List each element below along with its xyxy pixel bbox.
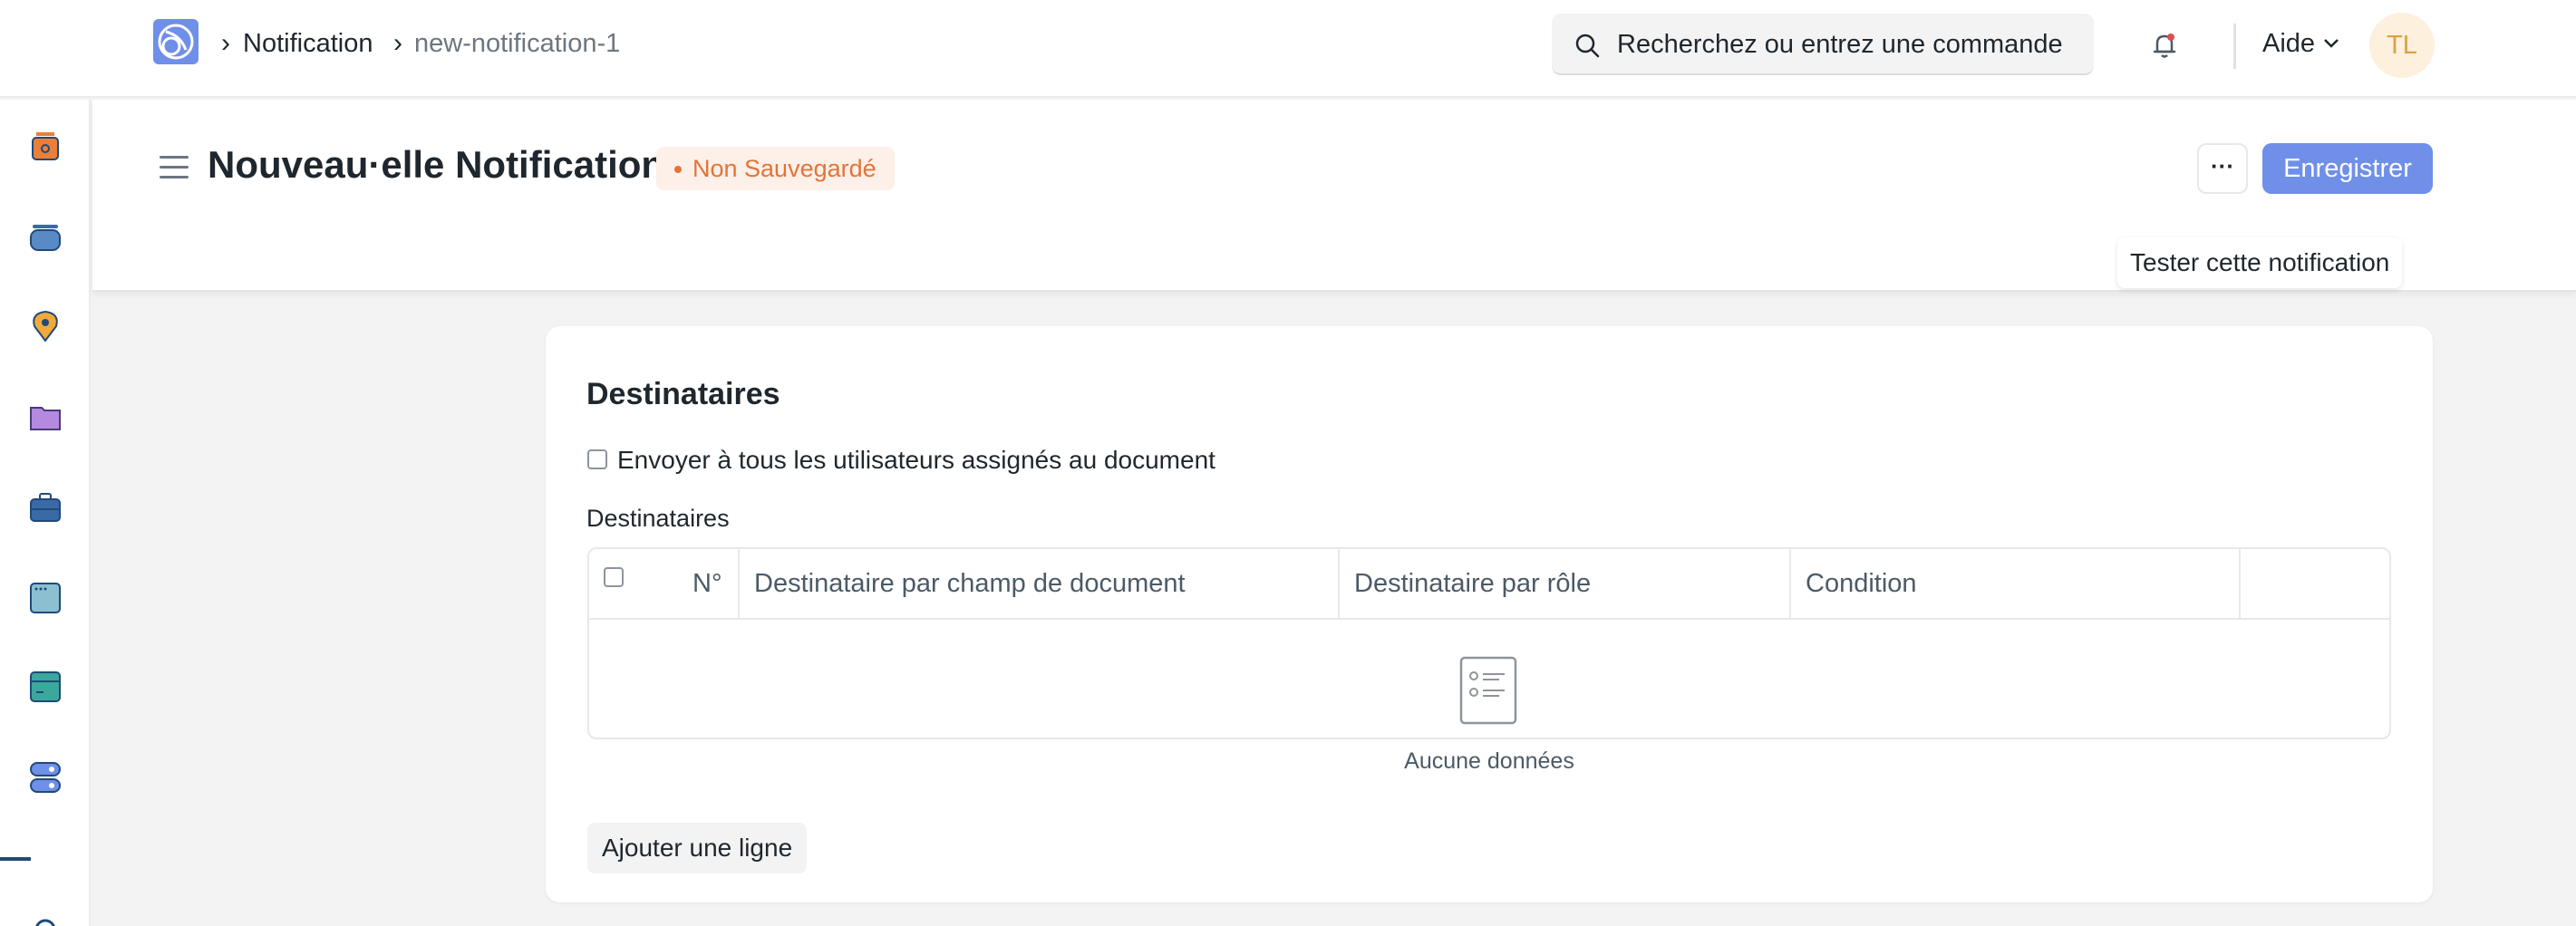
breadcrumb-notification[interactable]: Notification <box>243 27 373 60</box>
help-dropdown-label[interactable]: Aide <box>2262 27 2315 60</box>
column-header-document-field-recipient: Destinataire par champ de document <box>754 569 1186 598</box>
buying-icon[interactable] <box>27 219 63 256</box>
select-all-rows-checkbox[interactable] <box>604 567 624 587</box>
search-bar[interactable]: Recherchez ou entrez une commande <box>1552 14 2094 75</box>
test-notification-tooltip[interactable]: Tester cette notification <box>2117 237 2403 288</box>
chevron-right-icon: › <box>221 28 230 58</box>
search-icon <box>1575 34 1600 58</box>
recipients-section-card: Destinataires Envoyer à tous les utilisa… <box>546 326 2433 902</box>
user-avatar[interactable]: TL <box>2369 13 2435 78</box>
send-to-all-checkbox[interactable] <box>587 449 607 469</box>
sidebar <box>0 100 91 926</box>
column-header-condition: Condition <box>1806 569 1917 598</box>
recipients-table: N° Destinataire par champ de document De… <box>587 547 2391 739</box>
column-header-number: N° <box>692 569 722 598</box>
add-row-button[interactable]: Ajouter une ligne <box>587 823 808 873</box>
menu-toggle-icon[interactable] <box>160 156 189 179</box>
app-logo-icon[interactable] <box>153 19 199 64</box>
toggle-icon[interactable] <box>27 759 63 796</box>
briefcase-icon[interactable] <box>27 489 63 526</box>
column-divider <box>1789 549 1791 620</box>
sidebar-scroll-marker <box>0 857 31 861</box>
window-icon[interactable] <box>27 580 63 616</box>
empty-state-text: Aucune données <box>1404 748 1574 774</box>
send-to-all-label[interactable]: Envoyer à tous les utilisateurs assignés… <box>617 444 1215 477</box>
chevron-down-icon[interactable] <box>2322 36 2340 51</box>
status-badge: Non Sauvegardé <box>656 147 895 190</box>
bell-icon[interactable] <box>2148 29 2181 62</box>
column-divider <box>1338 549 1340 620</box>
column-header-role-recipient: Destinataire par rôle <box>1354 569 1592 598</box>
accounting-icon[interactable] <box>27 129 63 165</box>
column-divider <box>738 549 740 620</box>
navbar-divider <box>2233 24 2236 69</box>
chevron-right-icon: › <box>393 28 402 58</box>
folder-icon[interactable] <box>27 399 63 435</box>
breadcrumb-current-document[interactable]: new-notification-1 <box>414 27 620 60</box>
settings-icon[interactable] <box>27 912 63 926</box>
page-title: Nouveau·elle Notification <box>208 143 665 186</box>
top-navbar: › Notification › new-notification-1 Rech… <box>0 0 2576 98</box>
terminal-icon[interactable] <box>27 669 63 705</box>
section-title: Destinataires <box>586 377 780 411</box>
map-pin-icon[interactable] <box>27 308 63 344</box>
more-actions-button[interactable]: ··· <box>2197 143 2248 194</box>
empty-list-icon <box>1459 656 1517 725</box>
search-placeholder: Recherchez ou entrez une commande <box>1617 30 2063 59</box>
table-header-row: N° Destinataire par champ de document De… <box>589 549 2389 620</box>
recipients-table-label: Destinataires <box>586 505 730 532</box>
save-button[interactable]: Enregistrer <box>2262 143 2433 194</box>
column-divider <box>2239 549 2241 620</box>
